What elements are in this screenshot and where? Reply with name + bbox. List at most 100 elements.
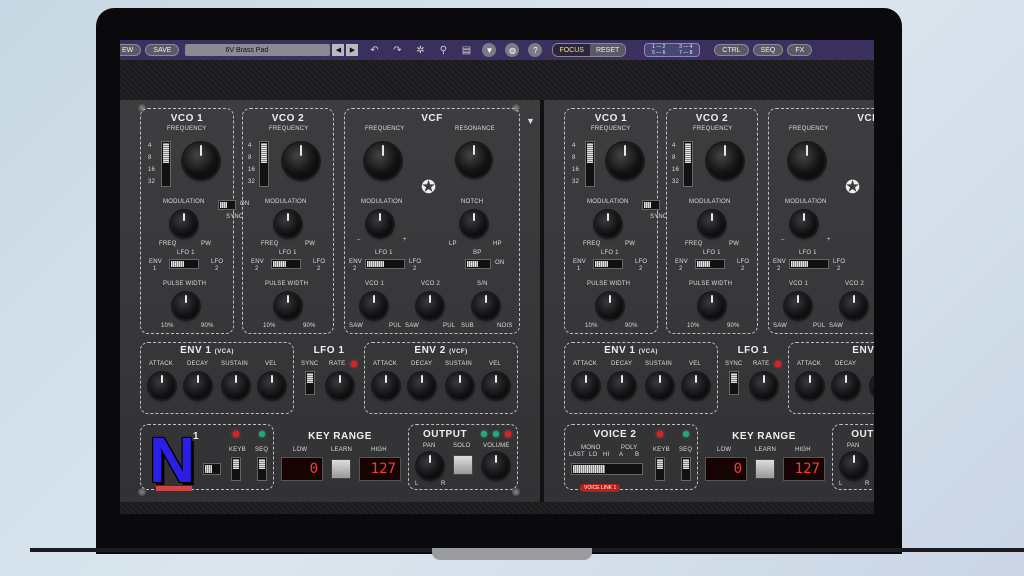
preset-name-field[interactable]: 6V Brass Pad [185, 44, 331, 56]
r-vcf-modulation-knob[interactable] [791, 211, 817, 237]
voice1-seq-switch[interactable] [257, 457, 267, 481]
help-icon[interactable]: ? [528, 43, 543, 57]
r-vcf-lfo-source-switch[interactable] [789, 259, 829, 269]
r-vco2-pulse-width-knob[interactable] [699, 293, 725, 319]
fx-button[interactable]: FX [787, 44, 813, 56]
reset-button[interactable]: RESET [589, 44, 626, 56]
vcf-frequency-knob[interactable] [365, 143, 401, 179]
r-vco1-frequency-label: FREQUENCY [591, 126, 631, 132]
vcf-vco1-mix-knob[interactable] [361, 293, 387, 319]
lfo1-sync-switch[interactable] [305, 371, 315, 395]
keyrange-low-display[interactable]: 0 [281, 457, 323, 481]
r-vco1-pulse-width-knob[interactable] [597, 293, 623, 319]
r-output-pan-knob[interactable] [841, 453, 867, 479]
r-vcf-vco2-mix-knob[interactable] [841, 293, 867, 319]
vcf-sn-mix-knob[interactable] [473, 293, 499, 319]
voice1-keyb-switch[interactable] [231, 457, 241, 481]
vcf-vco2-mix-knob[interactable] [417, 293, 443, 319]
vco2-modulation-knob[interactable] [275, 211, 301, 237]
r-vco2-lfo-source-switch[interactable] [695, 259, 725, 269]
collapse-arrow-icon[interactable]: ▼ [526, 116, 535, 126]
vcf-modulation-knob[interactable] [367, 211, 393, 237]
voice-selector-grid[interactable]: 1 — 2 3 — 4 5 — 6 7 — 8 [644, 43, 701, 57]
new-button[interactable]: EW [120, 44, 142, 56]
search-icon[interactable]: ⚲ [436, 43, 450, 57]
vco1-octave-switch[interactable] [161, 141, 171, 187]
r-env2-attack-knob[interactable] [797, 373, 823, 399]
vco1-env-label: ENV [149, 259, 162, 265]
env1-decay-knob[interactable] [185, 373, 211, 399]
r-env1-sustain-knob[interactable] [647, 373, 673, 399]
r-vco2-frequency-knob[interactable] [707, 143, 743, 179]
vco-sync-switch[interactable] [218, 200, 236, 210]
r-voice2-keyb-switch[interactable] [655, 457, 665, 481]
redo-icon[interactable]: ↷ [390, 43, 404, 57]
keyrange-learn-button[interactable] [331, 459, 351, 479]
env1-sustain-knob[interactable] [223, 373, 249, 399]
r-vcf-vco1-mix-knob[interactable] [785, 293, 811, 319]
vco2-pulse-width-knob[interactable] [275, 293, 301, 319]
r-env2-sustain-knob[interactable] [871, 373, 874, 399]
r-vco1-frequency-knob[interactable] [607, 143, 643, 179]
output-solo-button[interactable] [453, 455, 473, 475]
r-keyrange-module: KEY RANGE LOW LEARN HIGH 0 127 [702, 424, 826, 490]
env2-attack-knob[interactable] [373, 373, 399, 399]
next-preset-button[interactable]: ▶ [346, 44, 359, 56]
r-lfo1-sync-switch[interactable] [729, 371, 739, 395]
voice-link-tag[interactable]: VOICE LINK 1 [580, 484, 621, 492]
r-vco-sync-switch[interactable] [642, 200, 660, 210]
r-env1-decay-knob[interactable] [609, 373, 635, 399]
midi-icon[interactable]: ▤ [459, 43, 473, 57]
r-vco2-modulation-knob[interactable] [699, 211, 725, 237]
vcf-notch-knob[interactable] [461, 211, 487, 237]
r-lfo1-rate-knob[interactable] [751, 373, 777, 399]
r-keyrange-learn-button[interactable] [755, 459, 775, 479]
voice-pair-5-6[interactable]: 5 — 6 [645, 50, 672, 56]
env2-vel-knob[interactable] [483, 373, 509, 399]
r-vcf-frequency-knob[interactable] [789, 143, 825, 179]
seq-button[interactable]: SEQ [752, 44, 784, 56]
voice-pair-7-8[interactable]: 7 — 8 [672, 50, 699, 56]
r-env1-attack-knob[interactable] [573, 373, 599, 399]
focus-button[interactable]: FOCUS [553, 44, 590, 56]
vco1-lfo-source-switch[interactable] [169, 259, 199, 269]
r-keyrange-high-display[interactable]: 127 [783, 457, 825, 481]
env1-vel-knob[interactable] [259, 373, 285, 399]
keyrange-low-label: LOW [293, 447, 308, 453]
env2-decay-knob[interactable] [409, 373, 435, 399]
ctrl-button[interactable]: CTRL [714, 44, 749, 56]
output-solo-label: SOLO [453, 443, 471, 449]
r-voice2-mode-switch[interactable] [571, 463, 643, 475]
r-voice2-seq-switch[interactable] [681, 457, 691, 481]
r-env1-vel-knob[interactable] [683, 373, 709, 399]
vcf-lfo-source-switch[interactable] [365, 259, 405, 269]
env2-sustain-knob[interactable] [447, 373, 473, 399]
keyrange-high-display[interactable]: 127 [359, 457, 401, 481]
mix-icon[interactable]: ◍ [505, 43, 520, 57]
env1-attack-knob[interactable] [149, 373, 175, 399]
r-vco1-lfo-source-switch[interactable] [593, 259, 623, 269]
laptop-notch [432, 548, 592, 560]
vco2-lfo-source-switch[interactable] [271, 259, 301, 269]
voice1-mode-switch[interactable] [203, 463, 221, 475]
r-keyrange-low-display[interactable]: 0 [705, 457, 747, 481]
lfo1-rate-knob[interactable] [327, 373, 353, 399]
tune-icon[interactable]: ▼ [482, 43, 497, 57]
vco1-modulation-knob[interactable] [171, 211, 197, 237]
output-pan-knob[interactable] [417, 453, 443, 479]
r-vco1-octave-switch[interactable] [585, 141, 595, 187]
vco1-pulse-width-knob[interactable] [173, 293, 199, 319]
gear-icon[interactable]: ✲ [413, 43, 427, 57]
r-vco1-modulation-knob[interactable] [595, 211, 621, 237]
save-button[interactable]: SAVE [145, 44, 180, 56]
r-env2-decay-knob[interactable] [833, 373, 859, 399]
vco1-frequency-knob[interactable] [183, 143, 219, 179]
vco2-frequency-knob[interactable] [283, 143, 319, 179]
output-volume-knob[interactable] [483, 453, 509, 479]
vcf-bp-switch[interactable] [465, 259, 491, 269]
r-vco2-octave-switch[interactable] [683, 141, 693, 187]
prev-preset-button[interactable]: ◀ [332, 44, 345, 56]
vco2-octave-switch[interactable] [259, 141, 269, 187]
vcf-resonance-knob[interactable] [457, 143, 491, 177]
undo-icon[interactable]: ↶ [367, 43, 381, 57]
